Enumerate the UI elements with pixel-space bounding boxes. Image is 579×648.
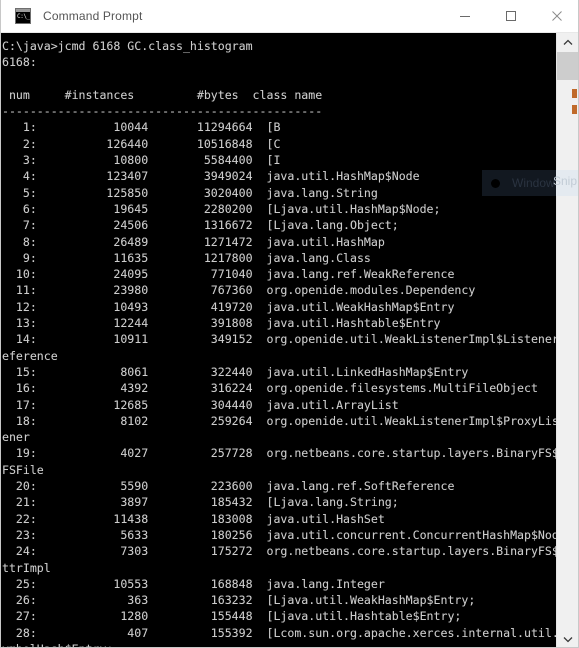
console-text: C:\java>jcmd 6168 GC.class_histogram 616… [2, 39, 557, 647]
command-prompt-icon: C:\_ [15, 8, 31, 24]
close-button[interactable] [534, 0, 578, 32]
window-title: Command Prompt [43, 9, 143, 23]
chevron-down-icon [563, 636, 573, 642]
minimize-icon [460, 16, 470, 17]
console-output-area[interactable]: C:\java>jcmd 6168 GC.class_histogram 616… [1, 33, 557, 647]
minimize-button[interactable] [442, 0, 488, 32]
maximize-icon [506, 11, 516, 21]
icon-screen-glyph: C:\_ [16, 12, 30, 23]
maximize-button[interactable] [488, 0, 534, 32]
scrollbar-mark [572, 105, 577, 114]
scroll-down-button[interactable] [557, 630, 578, 647]
close-icon [552, 11, 562, 21]
scroll-up-button[interactable] [557, 33, 578, 51]
vertical-scrollbar[interactable] [556, 33, 578, 647]
scrollbar-thumb[interactable] [557, 52, 578, 80]
scrollbar-mark [572, 89, 577, 98]
title-bar[interactable]: C:\_ Command Prompt [1, 0, 578, 33]
chevron-up-icon [563, 39, 573, 45]
command-prompt-window: C:\_ Command Prompt C:\java>jcmd 6168 GC… [0, 0, 579, 648]
